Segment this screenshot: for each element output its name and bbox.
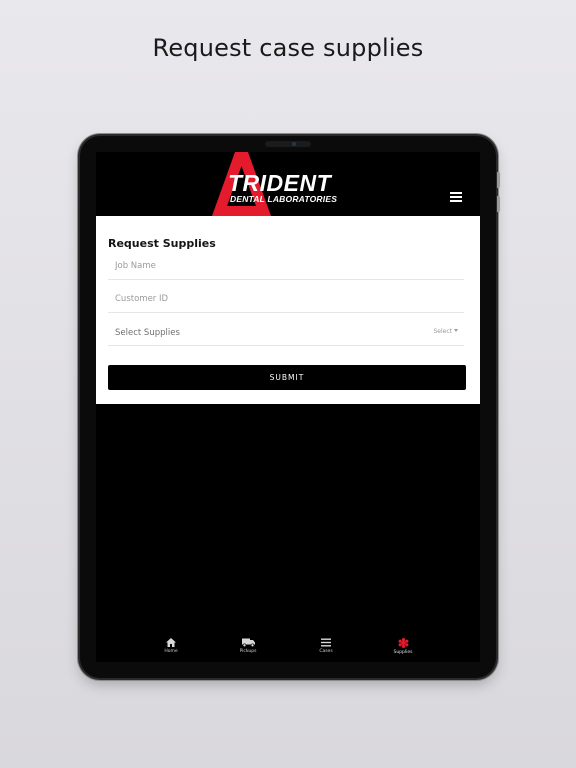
camera <box>265 141 311 147</box>
hamburger-menu-button[interactable] <box>450 192 462 202</box>
hamburger-icon <box>450 192 462 194</box>
side-button <box>497 172 500 188</box>
customer-id-input[interactable] <box>108 285 464 313</box>
list-icon <box>321 638 331 647</box>
nav-item-cases[interactable]: Cases <box>301 638 351 654</box>
request-supplies-form: Request Supplies Select Supplies Select … <box>96 216 480 404</box>
nav-label-home: Home <box>164 649 178 654</box>
nav-label-pickups: Pickups <box>239 649 257 654</box>
nav-item-supplies[interactable]: Supplies <box>378 638 428 655</box>
app-screen: TRIDENT DENTAL LABORATORIES Request Supp… <box>96 152 480 662</box>
app-header: TRIDENT DENTAL LABORATORIES <box>96 152 480 216</box>
home-icon <box>166 638 176 647</box>
tablet-frame: TRIDENT DENTAL LABORATORIES Request Supp… <box>80 136 500 678</box>
side-button <box>497 196 500 212</box>
page-headline: Request case supplies <box>152 34 424 62</box>
select-value: Select <box>433 328 458 335</box>
logo-sub-text: DENTAL LABORATORIES <box>230 194 338 204</box>
form-title: Request Supplies <box>108 237 216 250</box>
bottom-nav: Home Pickups Cases Supplies <box>96 632 480 662</box>
trident-logo: TRIDENT DENTAL LABORATORIES <box>208 152 368 216</box>
logo-main-text: TRIDENT <box>228 170 332 196</box>
nav-label-cases: Cases <box>319 649 333 654</box>
tooth-icon <box>398 638 408 648</box>
submit-button[interactable]: SUBMIT <box>108 365 466 390</box>
nav-item-pickups[interactable]: Pickups <box>223 638 273 654</box>
nav-label-supplies: Supplies <box>393 650 413 655</box>
select-supplies-dropdown[interactable]: Select Supplies Select <box>108 318 464 346</box>
job-name-input[interactable] <box>108 252 464 280</box>
nav-item-home[interactable]: Home <box>146 638 196 654</box>
truck-icon <box>241 638 255 647</box>
select-supplies-label: Select Supplies <box>115 328 180 338</box>
